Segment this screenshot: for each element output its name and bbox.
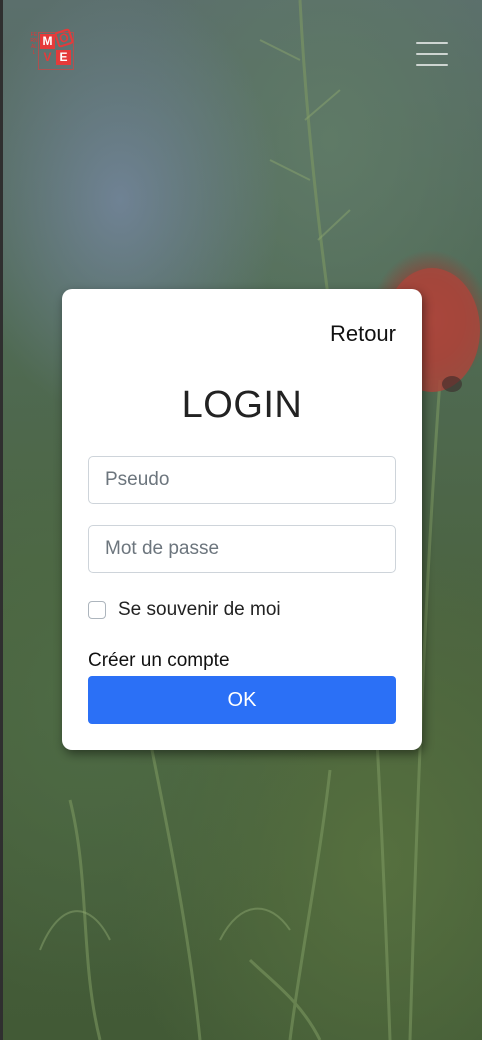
logo-letter-e: E [56,50,71,65]
login-modal: Retour LOGIN Se souvenir de moi Créer un… [62,289,422,750]
back-link[interactable]: Retour [330,321,396,347]
hamburger-menu-icon[interactable] [416,40,448,68]
logo-letter-v: V [43,50,52,64]
logo-side-text: FERNALL [30,32,38,56]
username-input[interactable] [89,457,385,503]
menu-line [416,53,448,55]
password-input[interactable] [89,526,385,572]
remember-me-label[interactable]: Se souvenir de moi [118,599,281,621]
brand-logo[interactable]: FERNALL M O V E [30,27,86,78]
password-field [88,525,396,573]
logo-letter-m: M [40,34,55,49]
menu-line [416,64,448,66]
login-page: FERNALL M O V E Retour LOGIN Se souvenir… [0,0,482,1040]
modal-title: LOGIN [181,384,303,426]
remember-me-checkbox[interactable] [88,601,106,619]
remember-me-row: Se souvenir de moi [88,599,281,621]
ok-button[interactable]: OK [88,676,396,724]
username-field [88,456,396,504]
menu-line [416,42,448,44]
create-account-link[interactable]: Créer un compte [88,650,230,672]
